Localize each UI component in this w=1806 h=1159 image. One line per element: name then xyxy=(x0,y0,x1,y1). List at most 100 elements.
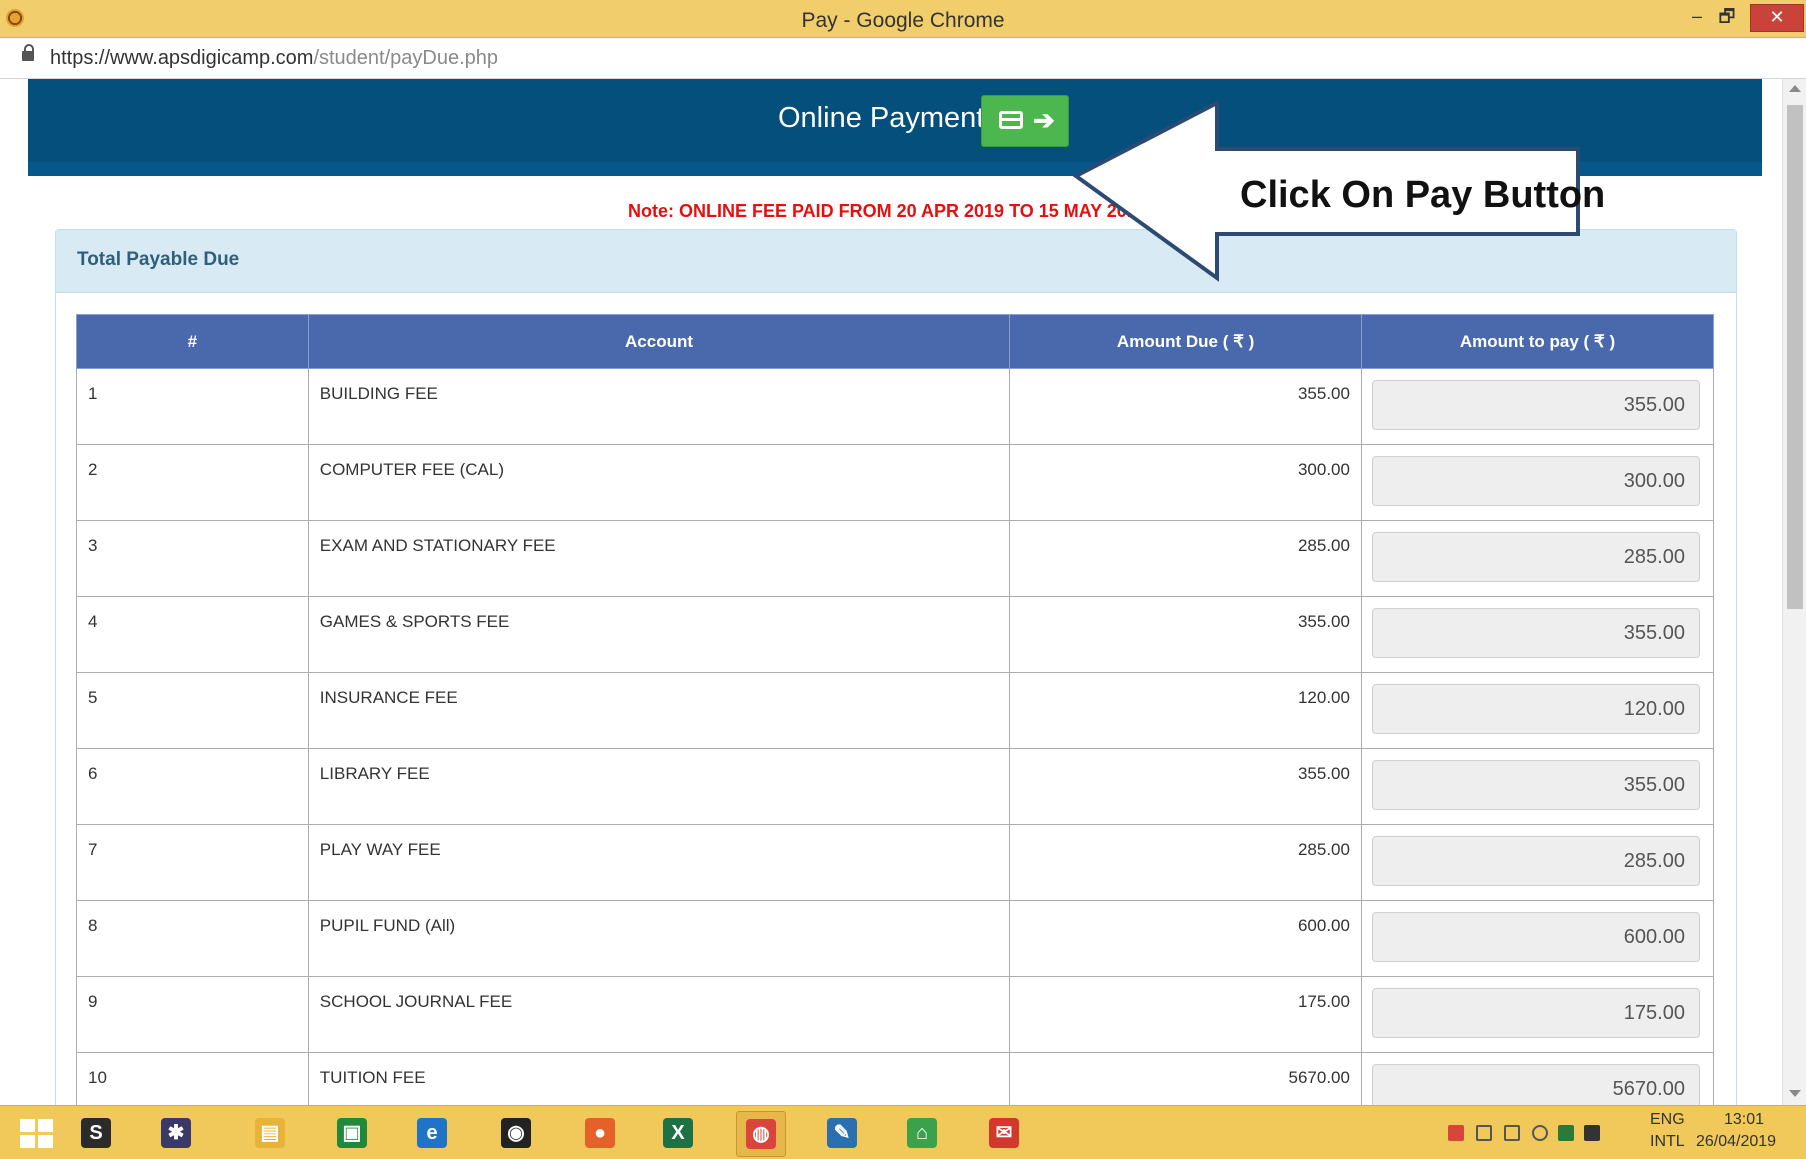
click-pay-callout: Click On Pay Button xyxy=(1072,99,1605,282)
amount-to-pay-input[interactable]: 355.00 xyxy=(1371,760,1700,810)
chrome-icon: ◍ xyxy=(746,1119,776,1149)
row-amount-due: 175.00 xyxy=(1009,976,1362,1053)
row-index: 6 xyxy=(76,748,309,825)
address-bar[interactable]: https://www.apsdigicamp.com/student/payD… xyxy=(0,38,1806,79)
webcam-app-icon: ◉ xyxy=(501,1118,531,1148)
row-index: 3 xyxy=(76,520,309,597)
acrobat-icon: ✉ xyxy=(989,1118,1019,1148)
table-row: 2 COMPUTER FEE (CAL) 300.00 300.00 xyxy=(76,444,1715,521)
close-button[interactable]: ✕ xyxy=(1750,4,1804,32)
network-icon[interactable] xyxy=(1504,1125,1520,1141)
taskbar-app-button[interactable]: ◍ xyxy=(736,1111,786,1157)
tray-pen-icon[interactable] xyxy=(1584,1125,1600,1141)
volume-icon[interactable] xyxy=(1532,1125,1548,1141)
tray-app-icon[interactable] xyxy=(1448,1125,1464,1141)
row-account: GAMES & SPORTS FEE xyxy=(307,596,1011,673)
row-pay-cell: 355.00 xyxy=(1360,596,1715,673)
row-pay-cell: 355.00 xyxy=(1360,748,1715,825)
taskbar-app-button[interactable]: ▣ xyxy=(328,1111,376,1155)
window-title-bar: Pay - Google Chrome – 🗗 ✕ xyxy=(0,0,1806,38)
row-account: PUPIL FUND (All) xyxy=(307,900,1011,977)
taskbar-app-button[interactable]: ▤ xyxy=(246,1111,294,1155)
row-account: BUILDING FEE xyxy=(307,368,1011,445)
taskbar-app-button[interactable]: ● xyxy=(576,1111,624,1155)
table-row: 9 SCHOOL JOURNAL FEE 175.00 175.00 xyxy=(76,976,1715,1053)
credit-card-icon xyxy=(999,111,1023,129)
clock-date[interactable]: 26/04/2019 xyxy=(1696,1133,1776,1151)
row-amount-due: 355.00 xyxy=(1009,368,1362,445)
row-index: 4 xyxy=(76,596,309,673)
table-row: 10 TUITION FEE 5670.00 5670.00 xyxy=(76,1052,1715,1105)
windows-taskbar: S ✱ ▤ ▣ e ◉ ● X ◍ ✎ ⌂ ✉ ENG INTL 13:01 26/04/2019 xyxy=(0,1105,1806,1159)
taskbar-app-button[interactable]: ⌂ xyxy=(898,1111,946,1155)
start-button[interactable] xyxy=(20,1119,54,1149)
row-account: LIBRARY FEE xyxy=(307,748,1011,825)
language-top[interactable]: ENG xyxy=(1650,1111,1685,1129)
tray-green-icon[interactable] xyxy=(1558,1125,1574,1141)
row-index: 7 xyxy=(76,824,309,901)
amount-to-pay-input[interactable]: 355.00 xyxy=(1371,608,1700,658)
excel-icon: X xyxy=(663,1118,693,1148)
language-bottom[interactable]: INTL xyxy=(1650,1133,1685,1151)
amount-to-pay-input[interactable]: 120.00 xyxy=(1371,684,1700,734)
row-amount-due: 285.00 xyxy=(1009,520,1362,597)
table-row: 3 EXAM AND STATIONARY FEE 285.00 285.00 xyxy=(76,520,1715,597)
amount-to-pay-input[interactable]: 285.00 xyxy=(1371,532,1700,582)
url-path: /student/payDue.php xyxy=(313,47,499,69)
online-payment-title: Online Payment xyxy=(778,102,985,134)
row-index: 5 xyxy=(76,672,309,749)
taskbar-app-button[interactable]: e xyxy=(408,1111,456,1155)
puzzle-app-icon: ✱ xyxy=(161,1118,191,1148)
amount-to-pay-input[interactable]: 300.00 xyxy=(1371,456,1700,506)
table-row: 6 LIBRARY FEE 355.00 355.00 xyxy=(76,748,1715,825)
taskbar-app-button[interactable]: ✎ xyxy=(818,1111,866,1155)
amount-to-pay-input[interactable]: 285.00 xyxy=(1371,836,1700,886)
taskbar-app-button[interactable]: ✉ xyxy=(980,1111,1028,1155)
taskbar-app-button[interactable]: S xyxy=(72,1111,120,1155)
row-amount-due: 5670.00 xyxy=(1009,1052,1362,1105)
firefox-icon: ● xyxy=(585,1118,615,1148)
taskbar-app-button[interactable]: X xyxy=(654,1111,702,1155)
clock-time[interactable]: 13:01 xyxy=(1724,1111,1764,1129)
minimize-button[interactable]: – xyxy=(1682,4,1712,30)
sublime-text-icon: S xyxy=(81,1118,111,1148)
flag-icon[interactable] xyxy=(1476,1125,1492,1141)
row-account: EXAM AND STATIONARY FEE xyxy=(307,520,1011,597)
col-amount-pay-header: Amount to pay ( ₹ ) xyxy=(1360,314,1715,369)
amount-to-pay-input[interactable]: 5670.00 xyxy=(1371,1064,1700,1105)
table-row: 7 PLAY WAY FEE 285.00 285.00 xyxy=(76,824,1715,901)
row-account: PLAY WAY FEE xyxy=(307,824,1011,901)
scroll-down-icon[interactable] xyxy=(1789,1090,1801,1097)
taskbar-app-button[interactable]: ◉ xyxy=(492,1111,540,1155)
row-pay-cell: 285.00 xyxy=(1360,520,1715,597)
vertical-scrollbar[interactable] xyxy=(1782,79,1806,1105)
row-account: TUITION FEE xyxy=(307,1052,1011,1105)
url-host: https://www.apsdigicamp.com xyxy=(50,47,314,69)
scroll-up-icon[interactable] xyxy=(1789,85,1801,92)
row-index: 9 xyxy=(76,976,309,1053)
row-amount-due: 600.00 xyxy=(1009,900,1362,977)
row-pay-cell: 600.00 xyxy=(1360,900,1715,977)
taskbar-app-button[interactable]: ✱ xyxy=(152,1111,200,1155)
row-pay-cell: 300.00 xyxy=(1360,444,1715,521)
col-account-header: Account xyxy=(307,314,1011,369)
restore-button[interactable]: 🗗 xyxy=(1712,4,1742,30)
table-row: 8 PUPIL FUND (All) 600.00 600.00 xyxy=(76,900,1715,977)
amount-to-pay-input[interactable]: 600.00 xyxy=(1371,912,1700,962)
pay-button[interactable]: ➔ xyxy=(981,95,1069,147)
due-table: # Account Amount Due ( ₹ ) Amount to pay… xyxy=(76,314,1715,1105)
row-pay-cell: 355.00 xyxy=(1360,368,1715,445)
row-pay-cell: 5670.00 xyxy=(1360,1052,1715,1105)
page-viewport: Online Payment ➔ Note: ONLINE FEE PAID F… xyxy=(0,79,1782,1105)
table-row: 4 GAMES & SPORTS FEE 355.00 355.00 xyxy=(76,596,1715,673)
scroll-thumb[interactable] xyxy=(1787,105,1803,609)
table-row: 1 BUILDING FEE 355.00 355.00 xyxy=(76,368,1715,445)
row-amount-due: 120.00 xyxy=(1009,672,1362,749)
house-app-icon: ⌂ xyxy=(907,1118,937,1148)
url-text[interactable]: https://www.apsdigicamp.com/student/payD… xyxy=(50,47,498,70)
amount-to-pay-input[interactable]: 355.00 xyxy=(1371,380,1700,430)
table-row: 5 INSURANCE FEE 120.00 120.00 xyxy=(76,672,1715,749)
row-pay-cell: 120.00 xyxy=(1360,672,1715,749)
amount-to-pay-input[interactable]: 175.00 xyxy=(1371,988,1700,1038)
row-amount-due: 285.00 xyxy=(1009,824,1362,901)
